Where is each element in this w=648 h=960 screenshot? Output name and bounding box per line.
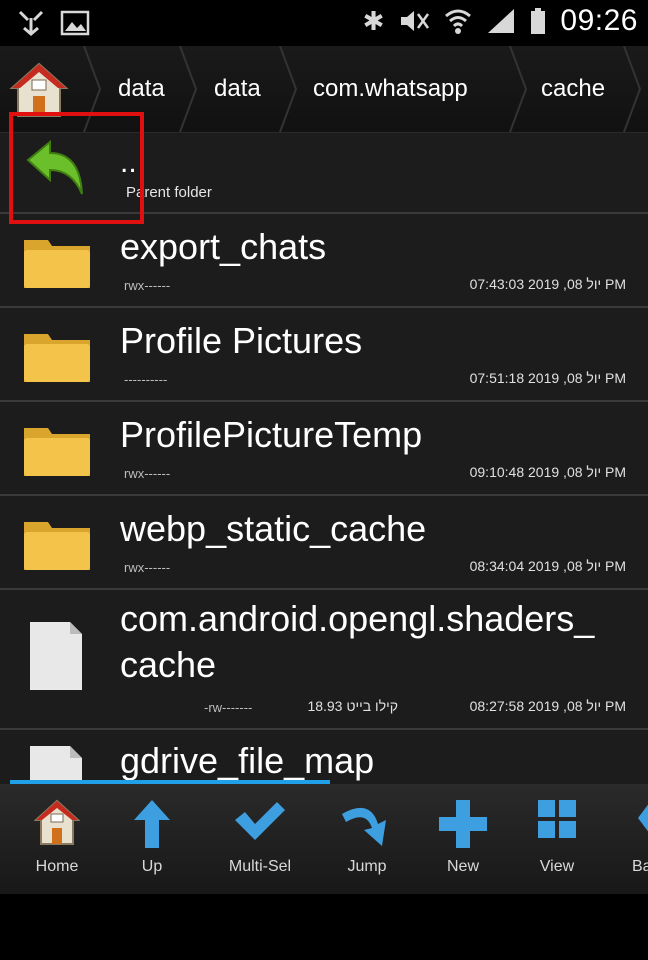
breadcrumb-item-cache[interactable]: cache (541, 46, 605, 132)
signal-icon (488, 9, 515, 33)
status-bar: ✱ 09:26 (0, 0, 648, 46)
file-icon (30, 746, 82, 782)
breadcrumb-separator (623, 46, 642, 132)
file-name: gdrive_file_map (120, 740, 375, 781)
usb-icon (18, 10, 44, 36)
list-item[interactable]: gdrive_file_map (0, 730, 648, 782)
back-label: Ba (632, 858, 648, 875)
file-permissions: ---------- (124, 372, 168, 387)
file-date: יול 08, 2019 07:51:18 PM (469, 370, 626, 386)
view-button[interactable]: View (512, 784, 602, 894)
breadcrumb-home[interactable] (8, 58, 70, 120)
multi-sel-label: Multi-Sel (228, 858, 292, 875)
breadcrumb-separator (179, 46, 198, 132)
file-name-line-2: cache (120, 644, 217, 685)
jump-button[interactable]: Jump (322, 784, 412, 894)
folder-icon (24, 334, 90, 382)
new-button[interactable]: New (418, 784, 508, 894)
battery-icon (531, 8, 546, 34)
file-date: יול 08, 2019 08:34:04 PM (469, 558, 626, 574)
file-permissions: rwx------ (124, 466, 171, 481)
file-icon (30, 622, 82, 690)
up-arrow-icon (134, 800, 170, 848)
file-list: .. Parent folder export_chats rwx------ … (0, 132, 648, 782)
folder-icon (24, 522, 90, 570)
file-permissions: rwx------ (124, 278, 171, 293)
list-item[interactable]: ProfilePictureTemp rwx------ יול 08, 201… (0, 402, 648, 496)
status-time: 09:26 (560, 4, 638, 37)
list-item[interactable]: webp_static_cache rwx------ יול 08, 2019… (0, 496, 648, 590)
file-name: webp_static_cache (120, 508, 427, 549)
file-size: 18.93 קילו בייט (307, 698, 398, 714)
file-date: יול 08, 2019 09:10:48 PM (469, 464, 626, 480)
bottom-toolbar: Home Up Multi-Sel Jump New View Ba (0, 784, 648, 894)
bottom-empty-area (0, 894, 648, 960)
breadcrumb-separator (279, 46, 298, 132)
back-button[interactable]: Ba (602, 784, 648, 894)
grid-view-icon (538, 800, 576, 838)
file-name: Profile Pictures (120, 320, 363, 361)
folder-icon (24, 240, 90, 288)
mute-icon (401, 11, 430, 31)
file-name-line-1: com.android.opengl.shaders_ (120, 598, 595, 639)
new-label: New (446, 858, 479, 875)
checkmark-icon (235, 802, 285, 840)
breadcrumb-item-data-2[interactable]: data (214, 46, 261, 132)
multi-select-button[interactable]: Multi-Sel (215, 784, 305, 894)
status-right-icons: ✱ 09:26 (363, 4, 638, 38)
up-button[interactable]: Up (107, 784, 197, 894)
folder-icon (24, 428, 90, 476)
wifi-icon (445, 9, 472, 34)
status-left-icons (16, 8, 90, 38)
file-date: יול 08, 2019 07:43:03 PM (469, 276, 626, 292)
jump-arrow-icon (342, 807, 386, 846)
up-label: Up (141, 858, 163, 875)
file-date: יול 08, 2019 08:27:58 PM (469, 698, 626, 714)
home-button[interactable]: Home (12, 784, 102, 894)
jump-label: Jump (347, 858, 387, 875)
list-item[interactable]: com.android.opengl.shaders_ cache יול 08… (0, 590, 648, 730)
file-name: export_chats (120, 226, 327, 267)
image-icon (60, 10, 90, 36)
file-permissions: rwx------ (124, 560, 171, 575)
view-label: View (539, 858, 575, 875)
home-icon (34, 799, 80, 845)
file-permissions: -rw------- (204, 700, 253, 715)
list-item[interactable]: export_chats rwx------ יול 08, 2019 07:4… (0, 214, 648, 308)
breadcrumb-item-com-whatsapp[interactable]: com.whatsapp (313, 46, 468, 132)
home-icon (9, 62, 69, 117)
file-name: ProfilePictureTemp (120, 414, 423, 455)
breadcrumb-separator (509, 46, 528, 132)
bluetooth-icon: ✱ (362, 6, 385, 36)
back-arrow-icon (638, 804, 648, 832)
home-label: Home (35, 858, 79, 875)
list-item[interactable]: Profile Pictures ---------- יול 08, 2019… (0, 308, 648, 402)
plus-icon (439, 800, 487, 848)
highlight-box (9, 112, 144, 224)
